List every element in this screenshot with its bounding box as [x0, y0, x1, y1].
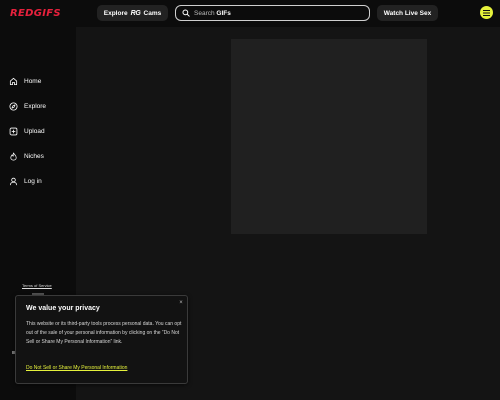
sidebar-item-label: Home [24, 77, 42, 85]
hamburger-icon [483, 9, 490, 16]
flame-icon [10, 152, 17, 160]
sidebar-item-niches[interactable]: Niches [9, 150, 44, 162]
top-bar: REDGIFS Explore RG Cams Search GIFs Watc… [0, 0, 500, 27]
explore-cams-button[interactable]: Explore RG Cams [97, 5, 168, 21]
terms-of-service-link[interactable]: Terms of Service [22, 283, 52, 288]
cams-label: Cams [143, 9, 162, 17]
upload-icon [9, 127, 18, 135]
watch-live-sex-button[interactable]: Watch Live Sex [377, 5, 438, 21]
sidebar-item-label: Explore [24, 102, 47, 110]
home-icon [9, 77, 18, 85]
search-icon [182, 9, 190, 17]
rg-logo-icon: RG [130, 9, 141, 17]
sidebar-item-upload[interactable]: Upload [9, 125, 45, 137]
sidebar-item-label: Upload [24, 127, 45, 135]
explore-cams-label: Explore [103, 9, 128, 17]
do-not-sell-link[interactable]: Do Not Sell or Share My Personal Informa… [26, 365, 127, 371]
sidebar-item-login[interactable]: Log in [9, 175, 42, 187]
menu-button[interactable] [480, 6, 493, 19]
user-icon [9, 177, 18, 185]
privacy-body-text: This website or its third-party tools pr… [26, 321, 182, 345]
privacy-title: We value your privacy [26, 305, 100, 312]
compass-icon [9, 101, 18, 111]
media-placeholder[interactable] [231, 39, 427, 234]
search-placeholder: Search GIFs [194, 9, 231, 17]
sidebar-item-explore[interactable]: Explore [9, 100, 46, 112]
privacy-banner: × We value your privacy This website or … [15, 295, 188, 384]
close-icon[interactable]: × [177, 299, 185, 307]
sidebar-item-label: Niches [24, 152, 44, 160]
search-input[interactable]: Search GIFs [175, 5, 370, 21]
sidebar-item-home[interactable]: Home [9, 75, 41, 87]
sidebar-item-label: Log in [24, 177, 42, 185]
redgifs-logo[interactable]: REDGIFS [10, 8, 61, 19]
